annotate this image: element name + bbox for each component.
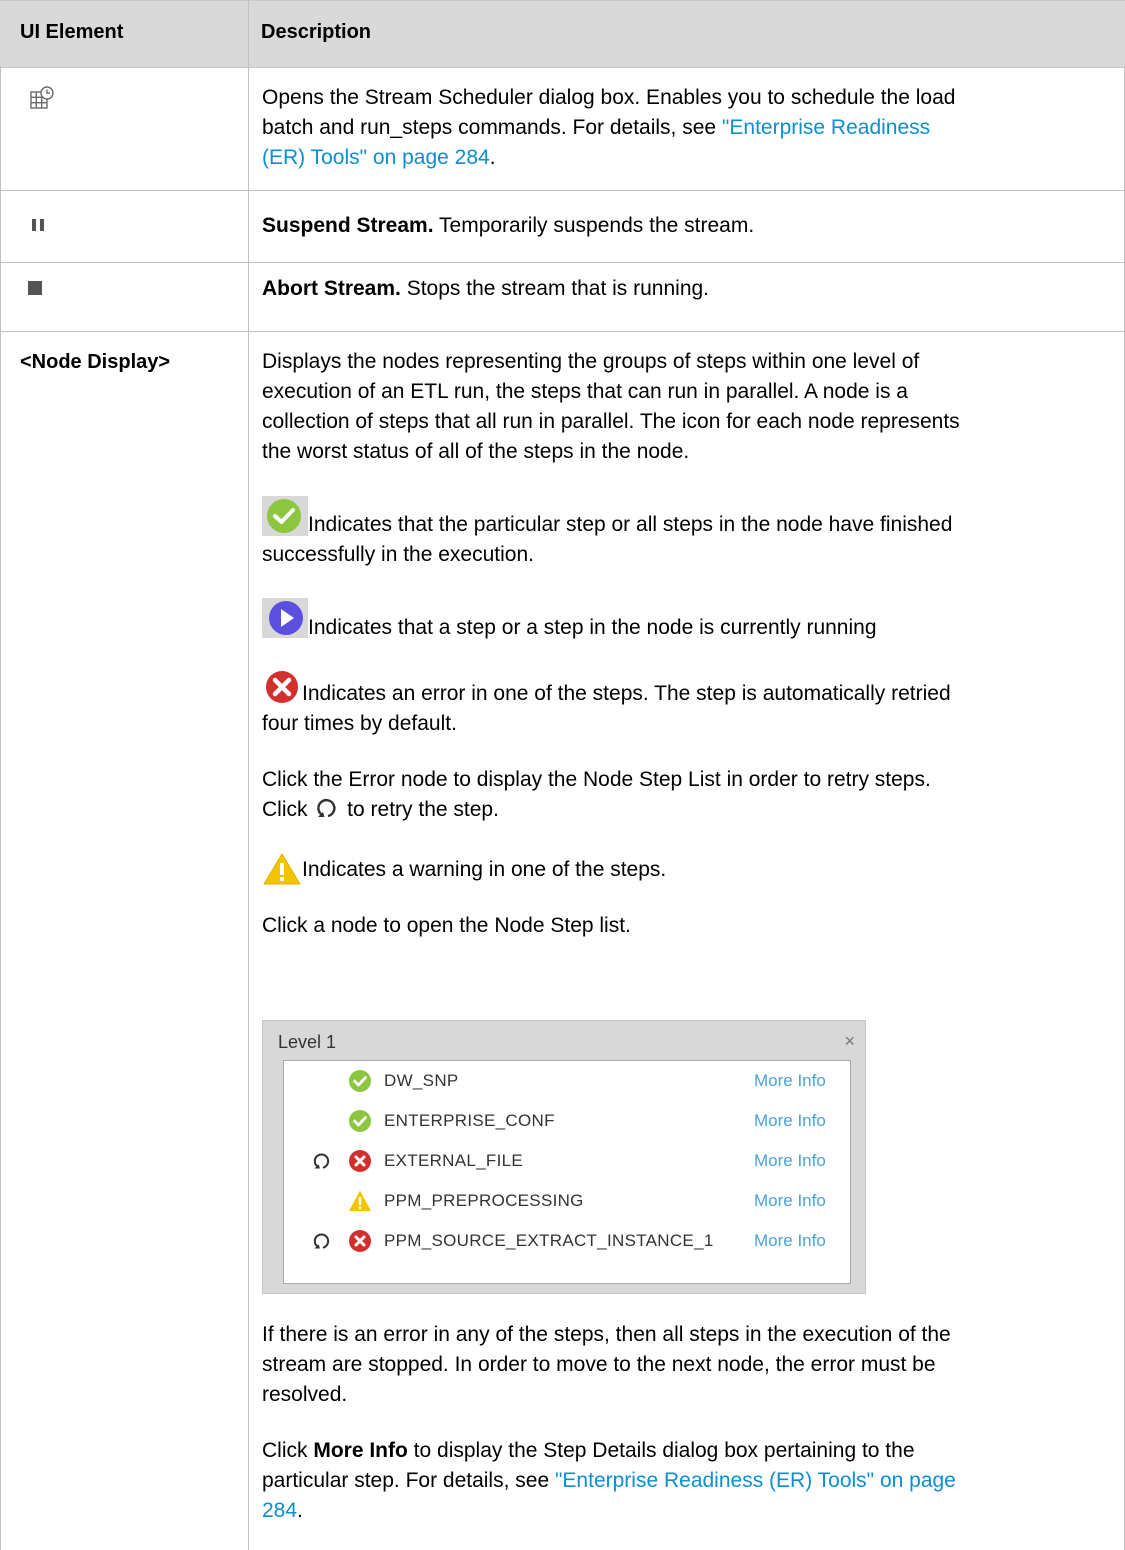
warning-description: Indicates a warning in one of the steps. [302,858,667,881]
click-retry-line: Click to retry the step. [262,796,499,821]
table-left-border [0,66,1,1550]
error-description-line: Indicates an error in one of the steps. … [302,682,951,705]
step-name: DW_SNP [384,1071,459,1090]
warning-icon [349,1190,371,1211]
ui-element-table: UI Element Description Opens the Stream … [0,0,1125,1550]
step-name: ENTERPRISE_CONF [384,1111,555,1130]
enterprise-readiness-link[interactable]: (ER) Tools" on page 284 [262,146,490,169]
click-node-line: Click a node to open the Node Step list. [262,914,631,937]
more-info-line: Click More Info to display the Step Deta… [262,1439,915,1462]
error-description-line: four times by default. [262,712,457,735]
table-header: UI Element Description [0,0,1125,68]
header-ui-element: UI Element [20,21,124,43]
enterprise-readiness-link[interactable]: "Enterprise Readiness [722,116,930,139]
success-status-icon [262,496,308,536]
node-description-line: collection of steps that all run in para… [262,410,960,433]
error-stop-line: resolved. [262,1383,348,1406]
node-description-line: execution of an ETL run, the steps that … [262,380,908,403]
error-icon [349,1230,371,1252]
running-status-icon [262,598,308,638]
row-divider [0,262,1125,263]
more-info-link[interactable]: More Info [754,1191,826,1211]
more-info-line: 284. [262,1499,303,1522]
scheduler-description-line: (ER) Tools" on page 284. [262,146,496,169]
click-error-line: Click the Error node to display the Node… [262,768,931,791]
error-status-icon [266,671,298,703]
step-name: PPM_PREPROCESSING [384,1191,584,1210]
pause-icon[interactable] [30,217,46,233]
running-description: Indicates that a step or a step in the n… [308,616,877,639]
abort-description: Abort Stream. Stops the stream that is r… [262,277,710,300]
node-step-list: DW_SNP More Info ENTERPRISE_CONF More In… [283,1060,851,1284]
error-stop-line: If there is an error in any of the steps… [262,1323,951,1346]
success-icon [349,1110,371,1132]
suspend-description: Suspend Stream. Temporarily suspends the… [262,214,755,237]
more-info-line: particular step. For details, see "Enter… [262,1469,956,1492]
scheduler-description-line: Opens the Stream Scheduler dialog box. E… [262,86,956,109]
retry-icon[interactable] [312,1231,332,1251]
retry-icon[interactable] [315,796,339,820]
node-step-list-dialog: Level 1 × DW_SNP More Info ENTERPRISE_CO… [262,1020,866,1294]
node-display-label: <Node Display> [20,351,171,373]
success-description-line: successfully in the execution. [262,543,534,566]
header-description: Description [261,21,372,43]
dialog-title: Level 1 [278,1032,337,1052]
more-info-link[interactable]: More Info [754,1151,826,1171]
row-divider [0,190,1125,191]
success-description-line: Indicates that the particular step or al… [308,513,953,536]
list-item: EXTERNAL_FILE More Info [284,1141,850,1181]
retry-icon[interactable] [312,1151,332,1171]
step-name: EXTERNAL_FILE [384,1151,524,1170]
enterprise-readiness-link[interactable]: 284 [262,1499,297,1522]
list-item: PPM_PREPROCESSING More Info [284,1181,850,1221]
warning-status-icon [263,853,301,885]
node-description-line: Displays the nodes representing the grou… [262,350,920,373]
more-info-bold: More Info [313,1439,408,1462]
more-info-link[interactable]: More Info [754,1231,826,1251]
more-info-link[interactable]: More Info [754,1111,826,1131]
enterprise-readiness-link[interactable]: "Enterprise Readiness (ER) Tools" on pag… [555,1469,956,1492]
close-icon[interactable]: × [844,1031,855,1052]
row-divider [0,331,1125,332]
error-stop-line: stream are stopped. In order to move to … [262,1353,936,1376]
list-item: DW_SNP More Info [284,1061,850,1101]
error-icon [349,1150,371,1172]
scheduler-description-line: batch and run_steps commands. For detail… [262,116,931,139]
stop-icon[interactable] [27,280,43,296]
step-name: PPM_SOURCE_EXTRACT_INSTANCE_1 [384,1231,714,1250]
list-item: PPM_SOURCE_EXTRACT_INSTANCE_1 More Info [284,1221,850,1261]
more-info-link[interactable]: More Info [754,1071,826,1091]
node-description-line: the worst status of all of the steps in … [262,440,690,463]
column-divider [248,0,249,1550]
list-item: ENTERPRISE_CONF More Info [284,1101,850,1141]
scheduler-icon[interactable] [30,86,54,110]
success-icon [349,1070,371,1092]
